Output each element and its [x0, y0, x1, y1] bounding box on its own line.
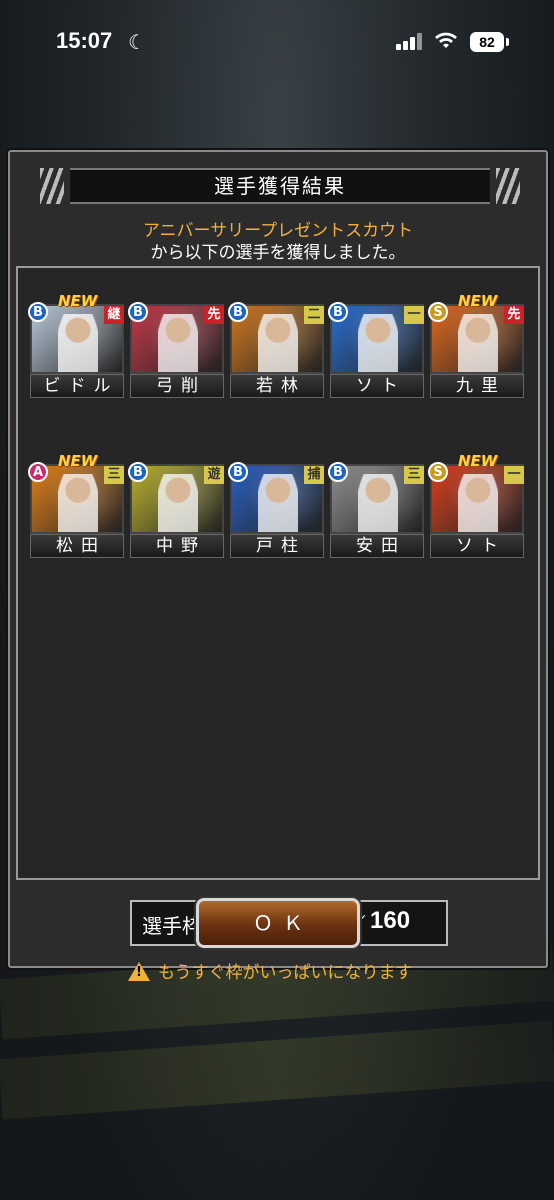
player-card[interactable]: B 継 NEW ビドル [28, 292, 124, 398]
player-figure [358, 314, 398, 372]
background-band [0, 1020, 554, 1120]
player-name: ビドル [30, 374, 124, 398]
position-badge: 先 [204, 306, 224, 324]
position-badge: 二 [304, 306, 324, 324]
warning-text: もうすぐ枠がいっぱいになります [158, 963, 413, 983]
position-badge: 三 [404, 466, 424, 484]
position-badge: 捕 [304, 466, 324, 484]
player-card[interactable]: S 先 NEW 九里 [428, 292, 524, 398]
moon-icon: ☾ [128, 30, 146, 54]
player-name: 九里 [430, 374, 524, 398]
player-name: ソト [330, 374, 424, 398]
player-name: 弓削 [130, 374, 224, 398]
player-card[interactable]: A 三 NEW 松田 [28, 452, 124, 558]
rank-badge: B [328, 302, 348, 322]
player-figure [58, 314, 98, 372]
dialog-title: 選手獲得結果 [40, 168, 520, 204]
player-card[interactable]: B 三安田 [328, 462, 424, 558]
player-figure [358, 474, 398, 532]
warning-icon [128, 962, 150, 981]
status-bar: 15:07 ☾ 82 [0, 0, 554, 84]
acquired-players-panel: B 継 NEW ビドル B 先弓削 B 二若林 B 一ソト S 先 NEW 九里 A 三 NEW 松田 B 遊中野 B 捕… [16, 266, 540, 983]
rank-badge: B [128, 462, 148, 482]
player-name: 安田 [330, 534, 424, 558]
player-figure [458, 314, 498, 372]
new-tag: NEW [58, 452, 98, 470]
player-figure [258, 474, 298, 532]
player-figure [158, 474, 198, 532]
rank-badge: B [228, 462, 248, 482]
slot-max: 160 [370, 907, 411, 934]
result-message: から以下の選手を獲得しました。 [150, 243, 406, 263]
rank-badge: B [228, 302, 248, 322]
player-card[interactable]: B 二若林 [228, 302, 324, 398]
rank-badge: A [28, 462, 48, 482]
new-tag: NEW [458, 452, 498, 470]
clock: 15:07 [56, 28, 113, 53]
rank-badge: S [428, 462, 448, 482]
position-badge: 継 [104, 306, 124, 324]
player-card[interactable]: B 遊中野 [128, 462, 224, 558]
player-figure [158, 314, 198, 372]
player-figure [58, 474, 98, 532]
player-card[interactable]: B 先弓削 [128, 302, 224, 398]
ok-button[interactable]: ＯＫ [196, 898, 360, 948]
position-badge: 一 [404, 306, 424, 324]
result-dialog: 選手獲得結果 アニバーサリープレゼントスカウト から以下の選手を獲得しました。 … [8, 150, 548, 983]
player-card[interactable]: B 一ソト [328, 302, 424, 398]
player-name: 中野 [130, 534, 224, 558]
signal-icon [396, 32, 426, 50]
rank-badge: B [28, 302, 48, 322]
position-badge: 先 [504, 306, 524, 324]
rank-badge: S [428, 302, 448, 322]
capacity-warning: もうすぐ枠がいっぱいになります [128, 958, 413, 983]
player-card[interactable]: S 一 NEW ソト [428, 452, 524, 558]
player-figure [258, 314, 298, 372]
player-name: ソト [430, 534, 524, 558]
player-name: 戸柱 [230, 534, 324, 558]
position-badge: 三 [104, 466, 124, 484]
rank-badge: B [128, 302, 148, 322]
player-card[interactable]: B 捕戸柱 [228, 462, 324, 558]
new-tag: NEW [58, 292, 98, 310]
wifi-icon [434, 30, 458, 55]
new-tag: NEW [458, 292, 498, 310]
player-name: 若林 [230, 374, 324, 398]
player-figure [458, 474, 498, 532]
battery-tip [506, 38, 509, 46]
position-badge: 遊 [204, 466, 224, 484]
player-name: 松田 [30, 534, 124, 558]
battery-icon: 82 [470, 32, 504, 52]
rank-badge: B [328, 462, 348, 482]
position-badge: 一 [504, 466, 524, 484]
